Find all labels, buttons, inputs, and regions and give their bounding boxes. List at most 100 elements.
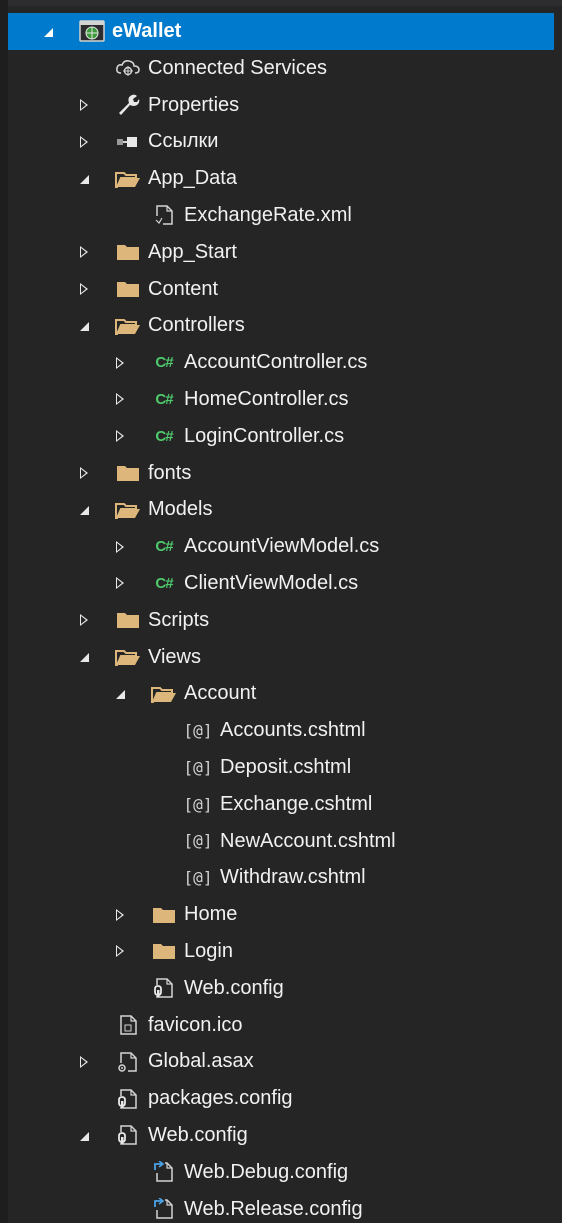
collapse-arrow-icon[interactable] <box>110 528 130 565</box>
tree-item[interactable]: Content <box>8 271 554 308</box>
folder-open-icon <box>150 675 178 712</box>
folder-icon <box>114 234 142 271</box>
config-transform-icon <box>150 1154 178 1191</box>
tree-item[interactable]: packages.config <box>8 1080 554 1117</box>
tree-item[interactable]: Web.Debug.config <box>8 1154 554 1191</box>
tree-item-label: App_Start <box>148 240 237 263</box>
csharp-file-icon: C# <box>155 574 173 592</box>
collapse-arrow-icon[interactable] <box>74 602 94 639</box>
tree-item[interactable]: Ссылки <box>8 123 554 160</box>
tree-item[interactable]: C# AccountViewModel.cs <box>8 528 554 565</box>
collapse-arrow-icon[interactable] <box>110 344 130 381</box>
collapse-arrow-icon[interactable] <box>74 1043 94 1080</box>
expand-arrow-icon[interactable] <box>38 13 58 50</box>
panel-top-edge <box>0 0 562 6</box>
tree-item[interactable]: App_Start <box>8 234 554 271</box>
tree-item[interactable]: [@] NewAccount.cshtml <box>8 823 554 860</box>
tree-item[interactable]: App_Data <box>8 160 554 197</box>
folder-icon <box>114 455 142 492</box>
xml-file-icon <box>150 197 178 234</box>
references-icon <box>114 123 142 160</box>
tree-item[interactable]: ExchangeRate.xml <box>8 197 554 234</box>
tree-item-label: Web.Debug.config <box>184 1160 349 1183</box>
tree-item[interactable]: [@] Exchange.cshtml <box>8 786 554 823</box>
folder-open-icon <box>114 639 142 676</box>
tree-item-label: Scripts <box>148 608 210 631</box>
tree-item[interactable]: Views <box>8 639 554 676</box>
expand-arrow-icon[interactable] <box>74 307 94 344</box>
panel-left-edge <box>0 0 8 1223</box>
config-transform-icon <box>150 1191 178 1223</box>
collapse-arrow-icon[interactable] <box>74 455 94 492</box>
csharp-file-icon: C# <box>155 354 173 372</box>
tree-item[interactable]: Connected Services <box>8 50 554 87</box>
razor-file-icon: [@] <box>183 868 213 888</box>
tree-item[interactable]: [@] Deposit.cshtml <box>8 749 554 786</box>
tree-item-label: Deposit.cshtml <box>220 755 352 778</box>
tree-item[interactable]: Web.config <box>8 1117 554 1154</box>
tree-item[interactable]: [@] Accounts.cshtml <box>8 712 554 749</box>
collapse-arrow-icon[interactable] <box>110 565 130 602</box>
expand-arrow-icon[interactable] <box>74 491 94 528</box>
tree-item-label: Content <box>148 277 219 300</box>
tree-item-label: Web.config <box>148 1123 248 1146</box>
tree-item[interactable]: C# ClientViewModel.cs <box>8 565 554 602</box>
tree-item[interactable]: Login <box>8 933 554 970</box>
expand-arrow-icon[interactable] <box>110 675 130 712</box>
expand-arrow-icon[interactable] <box>74 1117 94 1154</box>
razor-file-icon: [@] <box>183 721 213 741</box>
collapse-arrow-icon[interactable] <box>74 234 94 271</box>
tree-item[interactable]: Home <box>8 896 554 933</box>
web-project-icon <box>78 13 106 50</box>
collapse-arrow-icon[interactable] <box>110 896 130 933</box>
tree-item[interactable]: Web.Release.config <box>8 1191 554 1223</box>
folder-icon <box>150 933 178 970</box>
tree-item-label: HomeController.cs <box>184 387 349 410</box>
tree-item[interactable]: Properties <box>8 87 554 124</box>
tree-item[interactable]: Scripts <box>8 602 554 639</box>
tree-item-label: Models <box>148 498 213 521</box>
tree-item-label: favicon.ico <box>148 1013 243 1036</box>
tree-item-label: Connected Services <box>148 56 327 79</box>
tree-item[interactable]: C# AccountController.cs <box>8 344 554 381</box>
tree-item[interactable]: favicon.ico <box>8 1007 554 1044</box>
folder-icon <box>114 602 142 639</box>
collapse-arrow-icon[interactable] <box>110 418 130 455</box>
collapse-arrow-icon[interactable] <box>110 933 130 970</box>
tree-item-label: eWallet <box>112 20 182 42</box>
expand-arrow-icon[interactable] <box>74 160 94 197</box>
connected-services-icon <box>114 50 142 87</box>
csharp-file-icon: C# <box>155 390 173 408</box>
tree-item-label: ClientViewModel.cs <box>184 571 359 594</box>
tree-item-label: Exchange.cshtml <box>220 792 373 815</box>
tree-item-label: Withdraw.cshtml <box>220 866 366 889</box>
tree-item-label: ExchangeRate.xml <box>184 203 352 226</box>
expand-arrow-icon[interactable] <box>74 639 94 676</box>
tree-item[interactable]: Models <box>8 491 554 528</box>
razor-file-icon: [@] <box>183 831 213 851</box>
razor-file-icon: [@] <box>183 794 213 814</box>
folder-open-icon <box>114 491 142 528</box>
tree-item-label: Web.config <box>184 976 284 999</box>
folder-icon <box>150 896 178 933</box>
tree-item[interactable]: fonts <box>8 455 554 492</box>
collapse-arrow-icon[interactable] <box>110 381 130 418</box>
tree-item[interactable]: Account <box>8 675 554 712</box>
tree-item[interactable]: C# HomeController.cs <box>8 381 554 418</box>
collapse-arrow-icon[interactable] <box>74 87 94 124</box>
tree-item-label: Web.Release.config <box>184 1197 363 1220</box>
tree-item[interactable]: C# LoginController.cs <box>8 418 554 455</box>
tree-item[interactable]: Controllers <box>8 307 554 344</box>
tree-item-label: App_Data <box>148 167 237 190</box>
tree-item-label: NewAccount.cshtml <box>220 829 396 852</box>
tree-item[interactable]: Global.asax <box>8 1043 554 1080</box>
folder-open-icon <box>114 307 142 344</box>
tree-item[interactable]: eWallet <box>8 13 554 50</box>
tree-item[interactable]: Web.config <box>8 970 554 1007</box>
collapse-arrow-icon[interactable] <box>74 123 94 160</box>
tree-item[interactable]: [@] Withdraw.cshtml <box>8 859 554 896</box>
tree-item-label: Account <box>184 682 257 705</box>
collapse-arrow-icon[interactable] <box>74 271 94 308</box>
razor-file-icon: [@] <box>183 757 213 777</box>
tree-item-label: LoginController.cs <box>184 424 345 447</box>
